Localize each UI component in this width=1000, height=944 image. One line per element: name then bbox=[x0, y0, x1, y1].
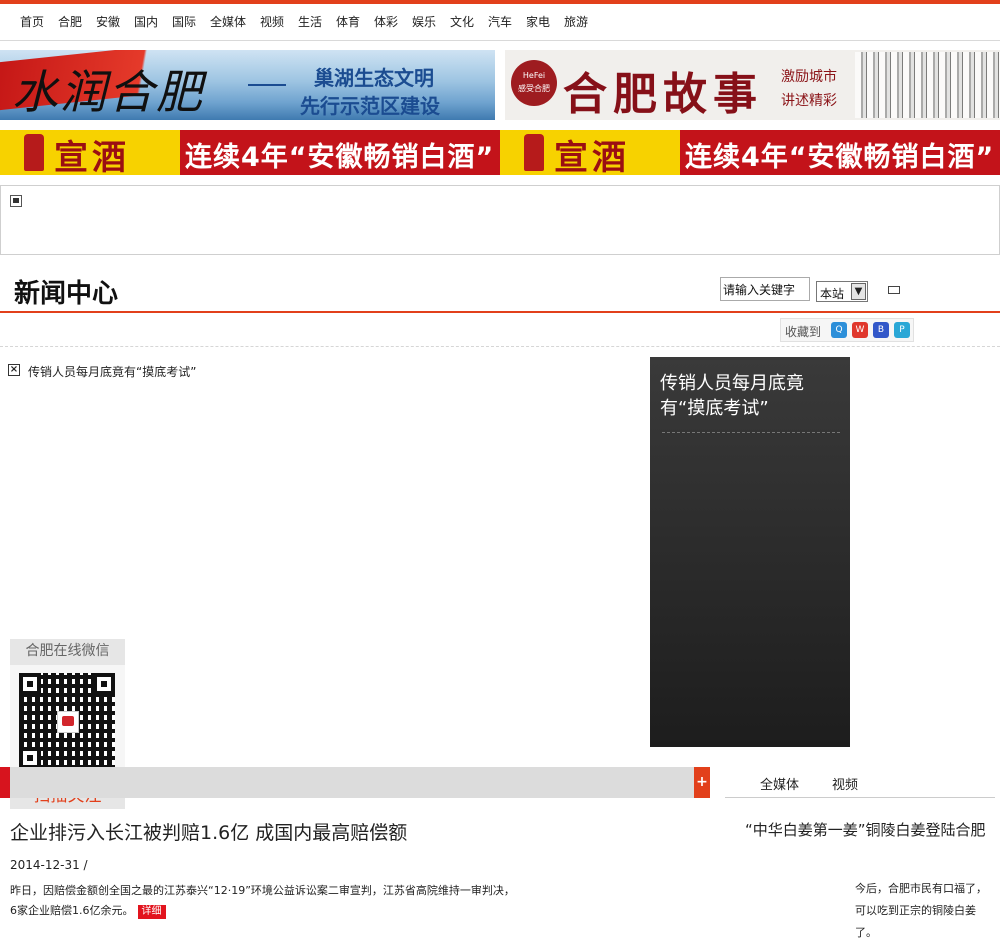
ad-banner-xuanjiu-left[interactable]: 宣酒 连续4年“安徽畅销白酒” bbox=[0, 130, 500, 175]
slideshow-caption[interactable]: 传销人员每月底竟有“摸底考试” bbox=[28, 363, 196, 380]
search-scope-value: 本站 bbox=[820, 287, 845, 301]
news-headline[interactable]: 企业排污入长江被判赔1.6亿 成国内最高赔偿额 bbox=[10, 818, 407, 845]
bottle-icon bbox=[24, 134, 44, 171]
side-summary: 今后，合肥市民有口福了，可以吃到正宗的铜陵白姜了。 bbox=[855, 882, 987, 939]
side-headline[interactable]: “中华白姜第一姜”铜陵白姜登陆合肥 bbox=[735, 814, 995, 846]
detail-button[interactable]: 详细 bbox=[137, 905, 166, 919]
banner-line-2: 先行示范区建设 bbox=[300, 94, 440, 118]
pengyou-icon[interactable]: P bbox=[894, 322, 910, 338]
nav-item-appliances[interactable]: 家电 bbox=[526, 13, 550, 30]
qr-corner bbox=[19, 673, 41, 695]
qr-code-icon bbox=[19, 673, 115, 769]
qr-corner bbox=[19, 747, 41, 769]
dotted-divider bbox=[0, 346, 1000, 347]
logo-text-top: HeFei bbox=[522, 71, 546, 80]
bottle-icon bbox=[524, 134, 544, 171]
panel-separator bbox=[662, 432, 840, 433]
banner-line-1: 巢湖生态文明 bbox=[314, 66, 434, 90]
broken-image-icon: × bbox=[8, 364, 20, 376]
books-graphic bbox=[855, 52, 1000, 118]
wechat-title: 合肥在线微信 bbox=[10, 639, 125, 665]
logo-text-bottom: 感受合肥 bbox=[518, 84, 550, 93]
weibo-icon[interactable]: W bbox=[852, 322, 868, 338]
favorites-bar: 收藏到 Q W B P bbox=[780, 318, 914, 342]
tab-allmedia[interactable]: 全媒体 bbox=[760, 774, 799, 793]
news-section-bar: + bbox=[0, 767, 710, 798]
nav-item-home[interactable]: 首页 bbox=[20, 13, 44, 30]
news-summary: 昨日，因赔偿金额创全国之最的江苏泰兴“12·19”环境公益诉讼案二审宣判，江苏省… bbox=[10, 881, 520, 921]
search-button[interactable] bbox=[888, 286, 900, 294]
slideshow-info-panel: 传销人员每月底竟有“摸底考试” bbox=[650, 357, 850, 747]
news-summary-text: 昨日，因赔偿金额创全国之最的江苏泰兴“12·19”环境公益诉讼案二审宣判，江苏省… bbox=[10, 884, 515, 917]
nav-item-international[interactable]: 国际 bbox=[172, 13, 196, 30]
nav-item-hefei[interactable]: 合肥 bbox=[58, 13, 82, 30]
nav-item-culture[interactable]: 文化 bbox=[450, 13, 474, 30]
baidu-icon[interactable]: B bbox=[873, 322, 889, 338]
nav-item-sports[interactable]: 体育 bbox=[336, 13, 360, 30]
nav-item-anhui[interactable]: 安徽 bbox=[96, 13, 120, 30]
search-scope-select[interactable]: 本站 ▼ bbox=[816, 281, 868, 302]
embedded-frame bbox=[0, 185, 1000, 255]
ad-slogan: 连续4年“安徽畅销白酒” bbox=[685, 142, 995, 173]
nav-item-travel[interactable]: 旅游 bbox=[564, 13, 588, 30]
nav-item-lottery[interactable]: 体彩 bbox=[374, 13, 398, 30]
banner-calligraphy: 合肥故事 bbox=[563, 69, 763, 120]
header-divider bbox=[0, 311, 1000, 313]
hefei-logo: HeFei 感受合肥 bbox=[511, 60, 557, 106]
section-marker bbox=[0, 767, 10, 798]
tab-video[interactable]: 视频 bbox=[832, 774, 858, 793]
qzone-icon[interactable]: Q bbox=[831, 322, 847, 338]
banner-dash bbox=[248, 84, 286, 86]
nav-item-video[interactable]: 视频 bbox=[260, 13, 284, 30]
ad-banner-xuanjiu-right[interactable]: 宣酒 连续4年“安徽畅销白酒” bbox=[500, 130, 1000, 175]
chevron-down-icon: ▼ bbox=[851, 283, 866, 300]
more-button[interactable]: + bbox=[694, 767, 710, 798]
main-nav: 首页 合肥 安徽 国内 国际 全媒体 视频 生活 体育 体彩 娱乐 文化 汽车 … bbox=[0, 4, 1000, 41]
ad-brand: 宣酒 bbox=[54, 138, 130, 175]
page-title: 新闻中心 bbox=[14, 279, 119, 309]
banner-calligraphy: 水润合肥 bbox=[12, 65, 204, 119]
nav-item-domestic[interactable]: 国内 bbox=[134, 13, 158, 30]
slideshow-panel-title[interactable]: 传销人员每月底竟有“摸底考试” bbox=[660, 371, 840, 421]
broken-image-icon bbox=[10, 195, 22, 207]
nav-item-life[interactable]: 生活 bbox=[298, 13, 322, 30]
banner-tag-2: 讲述精彩 bbox=[781, 93, 837, 109]
banner-water-hefei[interactable]: 水润合肥 巢湖生态文明 先行示范区建设 bbox=[0, 50, 495, 120]
qr-logo bbox=[57, 711, 79, 733]
search-input[interactable] bbox=[720, 277, 810, 301]
ad-slogan: 连续4年“安徽畅销白酒” bbox=[185, 142, 495, 173]
nav-item-auto[interactable]: 汽车 bbox=[488, 13, 512, 30]
side-tabs: 全媒体 视频 bbox=[725, 767, 995, 798]
nav-item-entertainment[interactable]: 娱乐 bbox=[412, 13, 436, 30]
news-date: 2014-12-31 / bbox=[10, 858, 88, 872]
banner-tag-1: 激励城市 bbox=[781, 69, 837, 85]
favorites-label: 收藏到 bbox=[785, 325, 822, 339]
banner-hefei-story[interactable]: HeFei 感受合肥 合肥故事 激励城市 讲述精彩 bbox=[505, 50, 1000, 120]
nav-item-allmedia[interactable]: 全媒体 bbox=[210, 13, 246, 30]
ad-brand: 宣酒 bbox=[554, 138, 630, 175]
qr-corner bbox=[93, 673, 115, 695]
